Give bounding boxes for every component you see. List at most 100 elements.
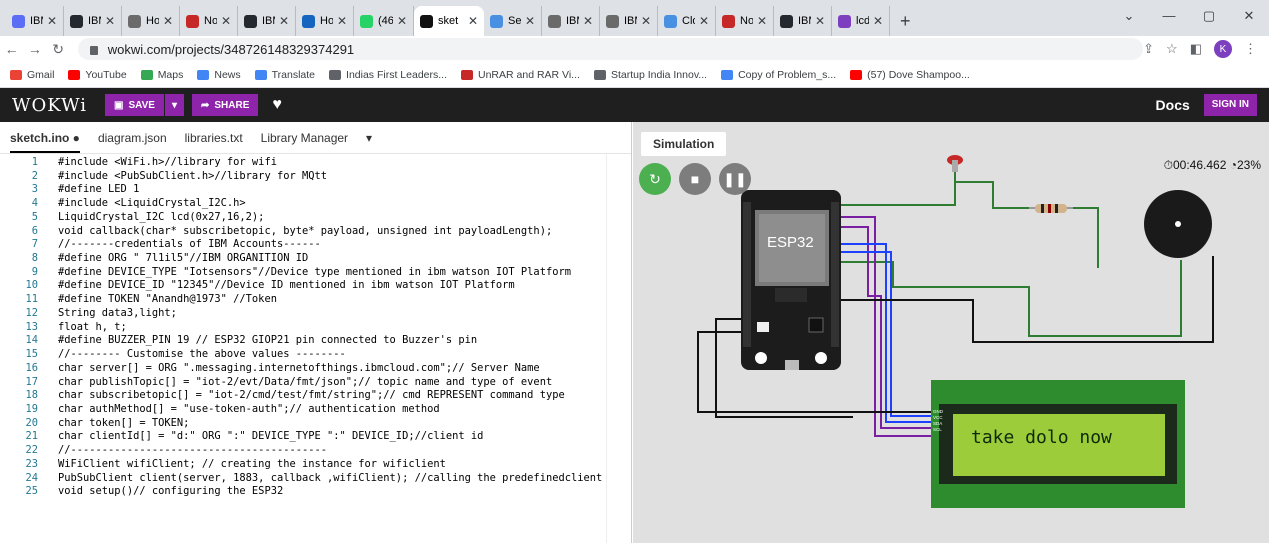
node-icon — [722, 14, 735, 28]
bookmark-label: Indias First Leaders... — [346, 68, 447, 81]
led[interactable] — [947, 155, 963, 172]
tab-list-icon[interactable]: ⌄ — [1109, 0, 1149, 32]
bookmark-label: (57) Dove Shampoo... — [867, 68, 970, 81]
browser-tab[interactable]: Hov ✕ — [296, 6, 354, 36]
code-line: 15 //-------- Customise the above values … — [0, 348, 631, 362]
save-button[interactable]: ▣ SAVE — [105, 94, 164, 116]
esp32-board[interactable] — [741, 190, 841, 370]
browser-tab[interactable]: IBM ✕ — [774, 6, 832, 36]
code-line: 8 #define ORG " 7l1il5"//IBM ORGANITION I… — [0, 252, 631, 266]
heart-icon[interactable]: ♥ — [272, 96, 282, 114]
bookmark-item[interactable]: Copy of Problem_s... — [721, 69, 836, 81]
close-tab-icon[interactable]: ✕ — [757, 14, 767, 28]
save-dropdown-button[interactable]: ▾ — [164, 94, 184, 116]
bookmark-item[interactable]: Maps — [140, 68, 184, 81]
close-tab-icon[interactable]: ✕ — [641, 14, 651, 28]
browser-tab[interactable]: Clo ✕ — [658, 6, 716, 36]
close-window-icon[interactable]: ✕ — [1229, 0, 1269, 32]
close-tab-icon[interactable]: ✕ — [525, 14, 535, 28]
close-tab-icon[interactable]: ✕ — [337, 14, 347, 28]
close-tab-icon[interactable]: ✕ — [873, 14, 883, 28]
editor-tab[interactable]: sketch.ino ● — [10, 131, 80, 153]
code-text: String data3,light; — [58, 306, 177, 319]
browser-tab-label: IBM — [262, 15, 275, 27]
close-tab-icon[interactable]: ✕ — [397, 14, 407, 28]
simulation-tab[interactable]: Simulation — [641, 132, 727, 156]
bookmark-label: Maps — [157, 68, 184, 81]
editor-tab[interactable]: diagram.json — [98, 131, 167, 153]
docs-link[interactable]: Docs — [1156, 97, 1190, 113]
code-text: #define ORG " 7l1il5"//IBM ORGANITION ID — [58, 252, 309, 265]
bookmark-item[interactable]: Indias First Leaders... — [329, 69, 447, 81]
back-icon[interactable]: ← — [0, 41, 23, 57]
browser-tab[interactable]: Noc ✕ — [716, 6, 774, 36]
code-text: #define DEVICE_ID "12345"//Device ID men… — [58, 279, 515, 292]
bookmark-item[interactable]: Startup India Innov... — [593, 69, 707, 81]
buzzer[interactable] — [1144, 190, 1212, 258]
editor-scrollbar[interactable] — [606, 154, 624, 543]
wire-purple-2 — [838, 216, 931, 437]
pause-icon: ❚❚ — [723, 170, 747, 187]
close-tab-icon[interactable]: ✕ — [699, 14, 709, 28]
editor-tab[interactable]: Library Manager — [261, 131, 348, 153]
bookmark-item[interactable]: Translate — [254, 69, 315, 81]
code-text: #include <LiquidCrystal_I2C.h> — [58, 197, 246, 210]
browser-tab[interactable]: IBM ✕ — [238, 6, 296, 36]
browser-tab[interactable]: Serv ✕ — [484, 6, 542, 36]
browser-tab[interactable]: Hov ✕ — [122, 6, 180, 36]
close-tab-icon[interactable]: ✕ — [163, 14, 173, 28]
close-tab-icon[interactable]: ✕ — [105, 14, 115, 28]
close-tab-icon[interactable]: ✕ — [583, 14, 593, 28]
share-button[interactable]: ➦ SHARE — [192, 94, 259, 116]
browser-tab[interactable]: sket ✕ — [414, 6, 484, 36]
lcd-pin-vcc: VCC — [933, 415, 943, 420]
close-tab-icon[interactable]: ✕ — [468, 14, 478, 28]
code-line: 22 //------------------------------------… — [0, 444, 631, 458]
restart-button[interactable]: ↻ — [639, 163, 671, 195]
share-label: SHARE — [214, 99, 250, 111]
url-text: wokwi.com/projects/348726148329374291 — [107, 41, 355, 57]
line-number: 5 — [31, 210, 38, 223]
bookmark-star-icon[interactable]: ☆ — [1166, 41, 1178, 57]
share-page-icon[interactable]: ⇪ — [1143, 41, 1154, 57]
stop-button[interactable]: ■ — [679, 163, 711, 195]
code-line: 4 #include <LiquidCrystal_I2C.h> — [0, 197, 631, 211]
editor-tab[interactable]: libraries.txt — [185, 131, 243, 153]
line-number: 12 — [25, 306, 38, 319]
close-tab-icon[interactable]: ✕ — [47, 14, 57, 28]
resistor[interactable] — [1029, 204, 1073, 213]
github-icon — [70, 14, 83, 28]
close-tab-icon[interactable]: ✕ — [279, 14, 289, 28]
wokwi-logo[interactable]: WOKWi — [12, 95, 87, 116]
code-editor[interactable]: 1 #include <WiFi.h>//library for wifi 2 #in… — [0, 154, 631, 499]
url-field[interactable]: wokwi.com/projects/348726148329374291 — [77, 38, 1144, 60]
minimize-icon[interactable]: — — [1149, 0, 1189, 32]
close-tab-icon[interactable]: ✕ — [221, 14, 231, 28]
line-number: 10 — [25, 279, 38, 292]
bookmark-item[interactable]: UnRAR and RAR Vi... — [461, 69, 580, 81]
bookmark-item[interactable]: YouTube — [68, 69, 127, 81]
browser-tab[interactable]: IBM ✕ — [542, 6, 600, 36]
avatar[interactable]: K — [1214, 40, 1232, 58]
maximize-icon[interactable]: ▢ — [1189, 0, 1229, 32]
bookmark-item[interactable]: (57) Dove Shampoo... — [850, 69, 970, 81]
pause-button[interactable]: ❚❚ — [719, 163, 751, 195]
forward-icon[interactable]: → — [23, 41, 46, 57]
sign-in-button[interactable]: SIGN IN — [1203, 94, 1257, 116]
browser-tab[interactable]: IBM ✕ — [600, 6, 658, 36]
bookmark-item[interactable]: Gmail — [10, 69, 54, 81]
restart-icon: ↻ — [649, 170, 661, 187]
editor-tab-menu-icon[interactable]: ▾ — [366, 131, 372, 153]
new-tab-button[interactable]: + — [890, 6, 921, 36]
menu-icon[interactable]: ⋮ — [1244, 41, 1257, 57]
browser-tab[interactable]: IBM ✕ — [6, 6, 64, 36]
browser-tab[interactable]: (46) ✕ — [354, 6, 414, 36]
browser-tab[interactable]: lcd ✕ — [832, 6, 890, 36]
browser-tab[interactable]: Noc ✕ — [180, 6, 238, 36]
browser-tab[interactable]: IBM ✕ — [64, 6, 122, 36]
bookmark-item[interactable]: News — [197, 69, 241, 81]
reload-icon[interactable]: ↻ — [46, 41, 69, 58]
whatsapp-icon — [360, 14, 373, 28]
close-tab-icon[interactable]: ✕ — [815, 14, 825, 28]
side-panel-icon[interactable]: ◧ — [1190, 41, 1202, 57]
